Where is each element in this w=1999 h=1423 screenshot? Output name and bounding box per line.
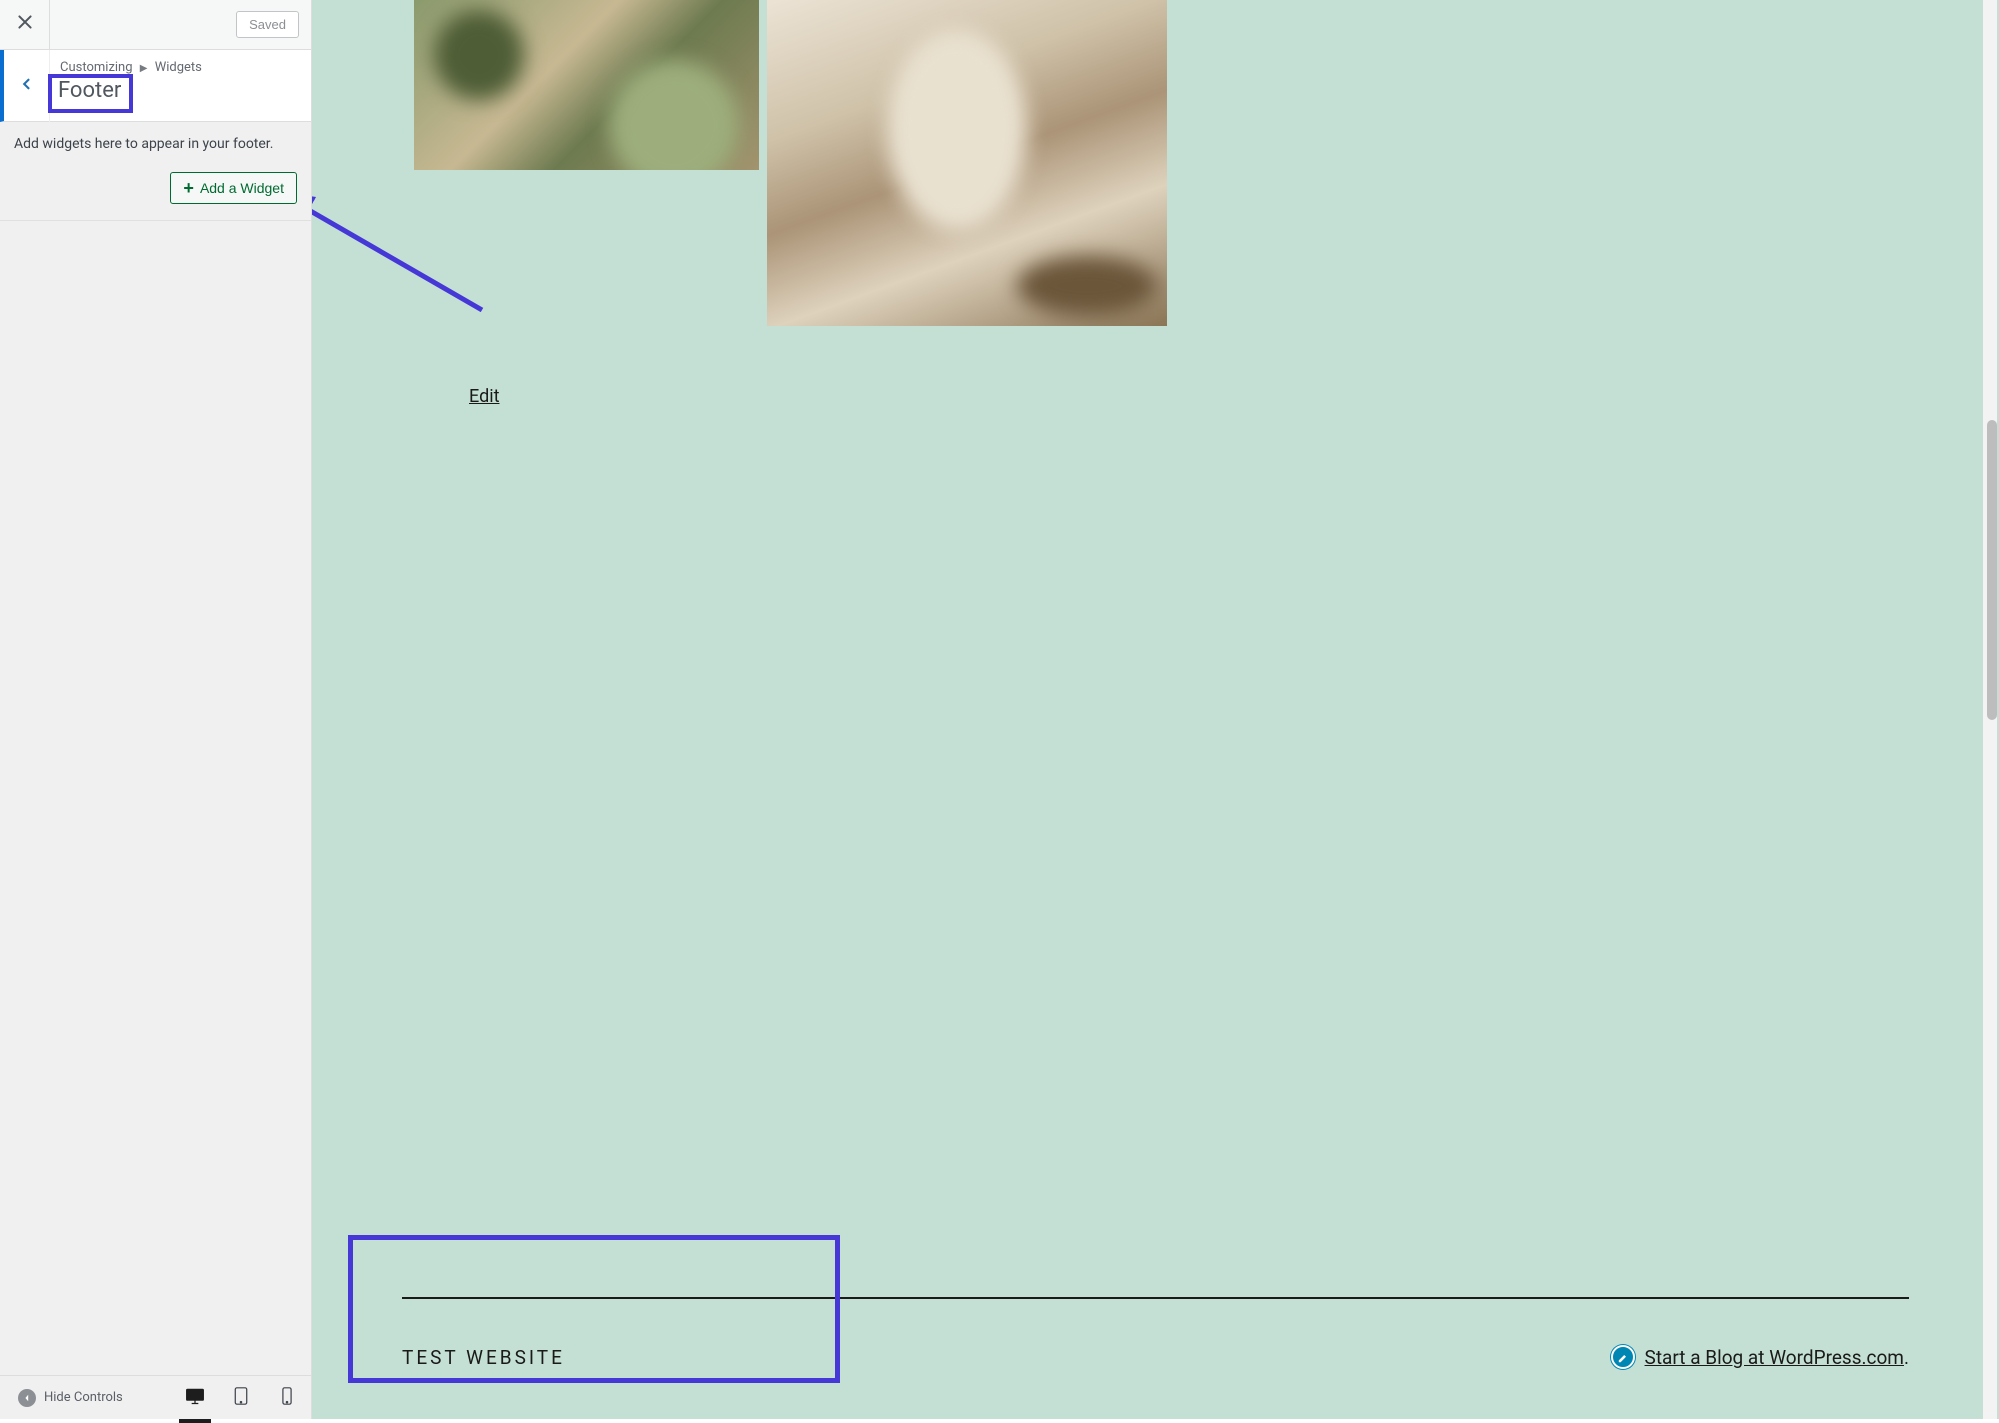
hide-controls-label: Hide Controls: [44, 1390, 123, 1405]
add-widget-button[interactable]: + Add a Widget: [170, 172, 297, 204]
pencil-icon: [1617, 1346, 1629, 1369]
annotation-highlight-title: Footer: [48, 74, 133, 112]
sidebar-top-bar: Saved: [0, 0, 311, 50]
breadcrumb-separator-icon: ▶: [140, 63, 148, 74]
site-preview: Edit TEST WEBSITE Start a Blog at WordPr…: [312, 0, 1999, 1419]
site-name[interactable]: TEST WEBSITE: [402, 1346, 565, 1369]
preview-scrollbar-thumb[interactable]: [1987, 420, 1997, 720]
close-icon: [17, 14, 33, 35]
footer-divider: [402, 1297, 1909, 1299]
footer-credit: Start a Blog at WordPress.com.: [1645, 1346, 1909, 1369]
sidebar-footer-bar: Hide Controls: [0, 1375, 311, 1419]
gallery: [414, 0, 1919, 326]
close-button[interactable]: [0, 0, 50, 50]
sidebar-body: Add widgets here to appear in your foote…: [0, 122, 311, 1375]
back-button[interactable]: [4, 50, 50, 122]
add-widget-label: Add a Widget: [200, 180, 284, 196]
gallery-image-1[interactable]: [414, 0, 759, 170]
device-preview-group: [181, 1384, 301, 1412]
footer-credit-link[interactable]: Start a Blog at WordPress.com: [1645, 1346, 1904, 1369]
footer-credit-suffix: .: [1904, 1346, 1909, 1369]
collapse-left-icon: [18, 1389, 36, 1407]
section-description: Add widgets here to appear in your foote…: [14, 136, 297, 152]
device-mobile-button[interactable]: [273, 1384, 301, 1412]
wordpress-edit-badge[interactable]: [1611, 1345, 1635, 1369]
customizer-sidebar: Saved Customizing ▶ Widgets Footer Add w…: [0, 0, 312, 1419]
plus-icon: +: [183, 179, 194, 197]
site-footer: TEST WEBSITE Start a Blog at WordPress.c…: [402, 1297, 1909, 1369]
sidebar-section-header: Customizing ▶ Widgets Footer: [0, 50, 311, 122]
edit-link[interactable]: Edit: [469, 386, 499, 407]
breadcrumb-part2: Widgets: [155, 60, 202, 75]
save-state-button: Saved: [236, 11, 299, 38]
breadcrumb-part1: Customizing: [60, 60, 133, 75]
gallery-image-2[interactable]: [767, 0, 1167, 326]
breadcrumb: Customizing ▶ Widgets: [60, 60, 202, 75]
desktop-icon: [185, 1387, 205, 1409]
device-tablet-button[interactable]: [227, 1384, 255, 1412]
mobile-icon: [277, 1387, 297, 1409]
device-desktop-button[interactable]: [181, 1384, 209, 1412]
hide-controls-button[interactable]: Hide Controls: [10, 1385, 131, 1411]
section-title: Footer: [58, 78, 121, 104]
tablet-icon: [231, 1387, 251, 1409]
chevron-left-icon: [20, 76, 34, 95]
